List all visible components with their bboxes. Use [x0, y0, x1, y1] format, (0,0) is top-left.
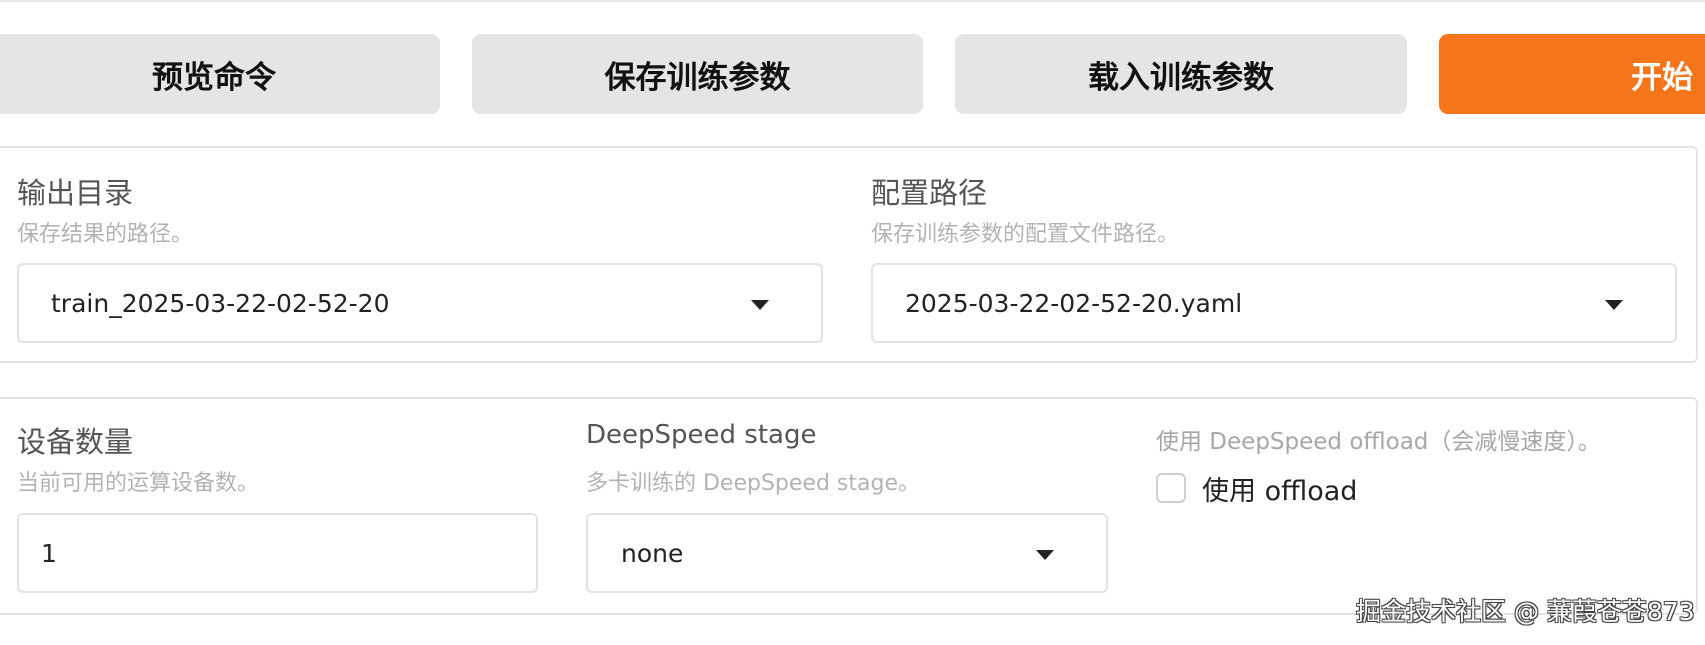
- training-settings-page: 预览命令 保存训练参数 载入训练参数 开始 输出目录 保存结果的路径。 trai…: [0, 0, 1705, 645]
- chevron-down-icon: [1605, 300, 1623, 310]
- ds-offload-checkbox-label[interactable]: 使用 offload: [1202, 469, 1357, 508]
- ds-stage-dropdown[interactable]: none: [586, 513, 1108, 593]
- device-count-input[interactable]: 1: [17, 513, 538, 593]
- output-config-panel: 输出目录 保存结果的路径。 train_2025-03-22-02-52-20 …: [0, 146, 1698, 363]
- device-count-info: 当前可用的运算设备数。: [17, 471, 260, 496]
- config-path-info: 保存训练参数的配置文件路径。: [871, 222, 1180, 247]
- config-path-label: 配置路径: [871, 176, 988, 210]
- top-divider: [0, 0, 1705, 2]
- device-count-label: 设备数量: [17, 425, 134, 459]
- ds-offload-checkbox[interactable]: [1156, 473, 1186, 503]
- output-dir-label: 输出目录: [17, 176, 134, 210]
- preview-command-button[interactable]: 预览命令: [0, 34, 440, 114]
- ds-stage-label: DeepSpeed stage: [586, 420, 817, 450]
- output-dir-dropdown[interactable]: train_2025-03-22-02-52-20: [17, 263, 823, 343]
- output-dir-info: 保存结果的路径。: [17, 222, 194, 247]
- start-button[interactable]: 开始: [1439, 34, 1705, 114]
- chevron-down-icon: [751, 300, 769, 310]
- config-path-dropdown[interactable]: 2025-03-22-02-52-20.yaml: [871, 263, 1677, 343]
- ds-stage-value: none: [621, 538, 684, 568]
- ds-stage-info: 多卡训练的 DeepSpeed stage。: [586, 471, 920, 496]
- save-train-args-button[interactable]: 保存训练参数: [472, 34, 923, 114]
- ds-offload-label: 使用 DeepSpeed offload（会减慢速度）。: [1156, 429, 1601, 455]
- distributed-panel: 设备数量 当前可用的运算设备数。 1 DeepSpeed stage 多卡训练的…: [0, 397, 1698, 615]
- device-count-value: 1: [41, 538, 57, 568]
- output-dir-value: train_2025-03-22-02-52-20: [51, 288, 390, 318]
- config-path-value: 2025-03-22-02-52-20.yaml: [905, 288, 1243, 318]
- watermark: 掘金技术社区 @ 蒹葭苍苍873: [1356, 597, 1695, 626]
- load-train-args-button[interactable]: 载入训练参数: [955, 34, 1407, 114]
- chevron-down-icon: [1036, 550, 1054, 560]
